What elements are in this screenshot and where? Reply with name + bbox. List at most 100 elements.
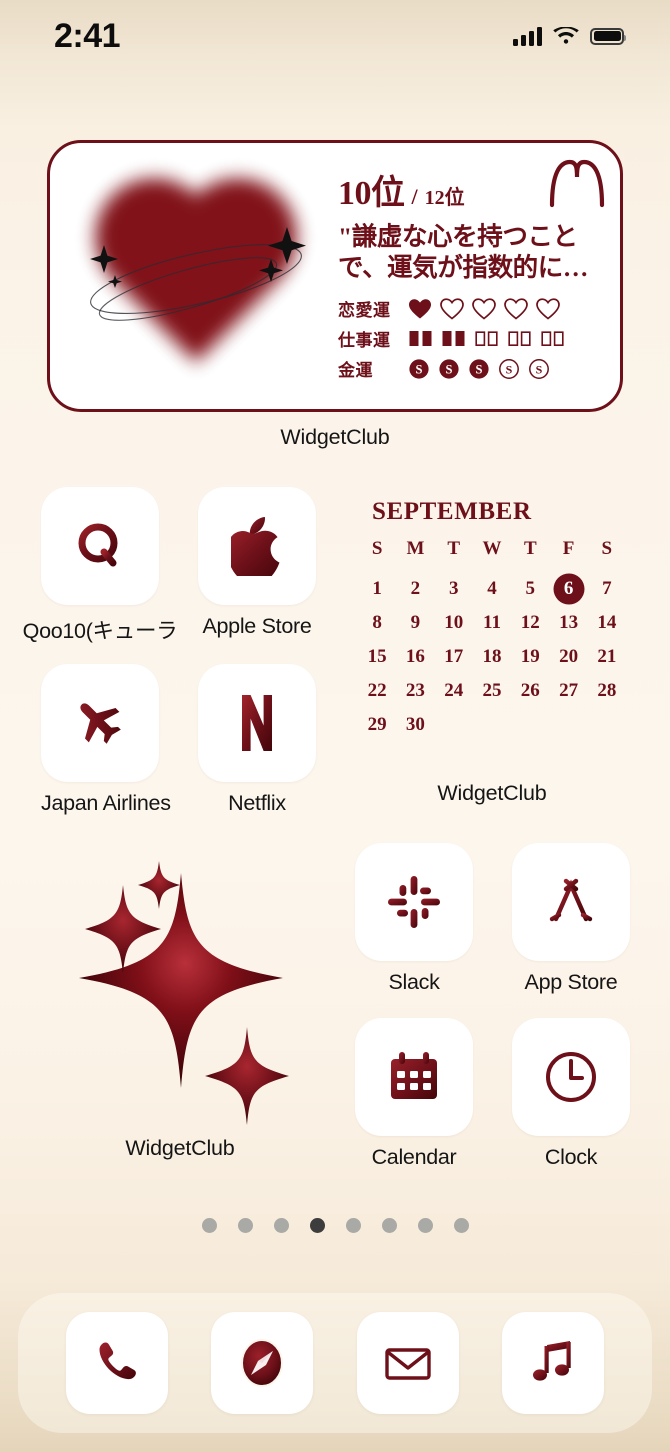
music-note-icon xyxy=(533,1341,571,1381)
coin-dollar-icon: S xyxy=(499,358,519,379)
cellular-bars-icon xyxy=(513,26,542,46)
app-tile[interactable] xyxy=(198,487,316,605)
calendar-day-number: 25 xyxy=(482,680,502,701)
calendar-day[interactable]: 15 xyxy=(358,640,396,674)
calendar-weekday-row: S M T W T F S xyxy=(358,534,626,564)
calendar-day[interactable]: 16 xyxy=(396,640,434,674)
app-icon-japan-airlines[interactable]: Japan Airlines xyxy=(41,664,171,816)
calendar-day[interactable]: 9 xyxy=(396,606,434,640)
app-store-a-icon xyxy=(549,878,593,922)
calendar-day[interactable]: 11 xyxy=(473,606,511,640)
horoscope-widget[interactable]: 10位 / 12位 "謙虚な心を持つこと で、運気が指数的に… 恋愛運 仕事運 … xyxy=(47,140,623,412)
calendar-day-number: 14 xyxy=(597,612,617,633)
calendar-day[interactable]: 21 xyxy=(588,640,626,674)
page-dot[interactable] xyxy=(345,1218,361,1233)
aries-icon xyxy=(549,159,605,208)
calendar-day[interactable]: 29 xyxy=(358,708,396,742)
calendar-month-title: SEPTEMBER xyxy=(372,498,532,525)
app-label: Apple Store xyxy=(202,614,312,638)
calendar-day[interactable]: 5 xyxy=(511,572,549,606)
page-dot[interactable] xyxy=(381,1218,397,1233)
calendar-day[interactable]: 10 xyxy=(435,606,473,640)
calendar-day[interactable]: 12 xyxy=(511,606,549,640)
horoscope-stats: 恋愛運 仕事運 金運 S S S S S xyxy=(338,294,600,384)
calendar-day[interactable]: 20 xyxy=(549,640,587,674)
page-dot[interactable] xyxy=(453,1218,469,1233)
heart-icon xyxy=(440,298,464,320)
calendar-day-number: 27 xyxy=(559,680,579,701)
calendar-day-today[interactable]: 6 xyxy=(549,572,587,606)
calendar-day[interactable]: 8 xyxy=(358,606,396,640)
stat-icons-work xyxy=(408,329,565,348)
calendar-widget[interactable]: SEPTEMBER S M T W T F S 1 2 3 4 5 6 7 8 9 10 11 12 1… xyxy=(358,498,626,760)
status-bar-indicators xyxy=(513,26,626,46)
app-tile[interactable] xyxy=(512,1018,630,1136)
page-dot-active[interactable] xyxy=(309,1218,325,1233)
calendar-day[interactable]: 27 xyxy=(549,674,587,708)
heart-icon xyxy=(472,298,496,320)
app-tile[interactable] xyxy=(198,664,316,782)
status-bar: 2:41 xyxy=(0,0,670,72)
calendar-day-number: 3 xyxy=(448,578,459,599)
app-label: Netflix xyxy=(228,791,286,815)
page-dot[interactable] xyxy=(201,1218,217,1233)
calendar-day-number: 9 xyxy=(410,612,421,633)
calendar-day[interactable]: 4 xyxy=(473,572,511,606)
calendar-day[interactable]: 25 xyxy=(473,674,511,708)
app-tile[interactable] xyxy=(41,664,159,782)
app-icon-netflix[interactable]: Netflix xyxy=(198,664,316,816)
app-tile[interactable] xyxy=(512,843,630,961)
calendar-days-grid[interactable]: 1 2 3 4 5 6 7 8 9 10 11 12 13 14 15 16 17 18 19 20 21 22 23 24 2… xyxy=(358,572,626,742)
calendar-day[interactable]: 17 xyxy=(435,640,473,674)
apple-logo-icon xyxy=(231,517,280,576)
app-tile[interactable] xyxy=(41,487,159,605)
page-dot[interactable] xyxy=(417,1218,433,1233)
book-icon xyxy=(508,331,531,347)
rank-separator: / xyxy=(411,184,418,209)
calendar-day[interactable]: 30 xyxy=(396,708,434,742)
app-label: App Store xyxy=(524,970,618,994)
app-icon-slack[interactable]: Slack xyxy=(355,843,473,995)
calendar-day-number: 19 xyxy=(520,646,540,667)
calendar-day-number: 10 xyxy=(444,612,464,633)
stat-label-love: 恋愛運 xyxy=(338,301,391,321)
app-icon-qoo10[interactable]: Qoo10(キューラ xyxy=(23,487,178,645)
app-icon-clock[interactable]: Clock xyxy=(512,1018,630,1170)
calendar-day[interactable]: 1 xyxy=(358,572,396,606)
dock-icon-phone[interactable] xyxy=(65,1312,168,1414)
book-icon xyxy=(442,331,465,347)
calendar-day[interactable]: 19 xyxy=(511,640,549,674)
calendar-day[interactable]: 26 xyxy=(511,674,549,708)
calendar-weekday: M xyxy=(406,538,425,559)
calendar-day[interactable]: 23 xyxy=(396,674,434,708)
app-icon-app-store[interactable]: App Store xyxy=(512,843,630,995)
dock-icon-music[interactable] xyxy=(502,1312,605,1414)
page-dot[interactable] xyxy=(237,1218,253,1233)
calendar-day-number: 16 xyxy=(405,646,425,667)
dock-icon-safari[interactable] xyxy=(211,1312,314,1414)
app-tile[interactable] xyxy=(355,843,473,961)
app-icon-calendar[interactable]: Calendar xyxy=(355,1018,473,1170)
page-indicator-dots[interactable] xyxy=(0,1218,670,1233)
calendar-day-number: 30 xyxy=(405,714,425,735)
calendar-day[interactable]: 22 xyxy=(358,674,396,708)
sparkle-widget[interactable] xyxy=(35,845,325,1125)
calendar-day[interactable]: 14 xyxy=(588,606,626,640)
calendar-day[interactable]: 24 xyxy=(435,674,473,708)
dock-icon-mail[interactable] xyxy=(356,1312,459,1414)
app-tile[interactable] xyxy=(355,1018,473,1136)
calendar-day-number: 18 xyxy=(482,646,502,667)
calendar-day[interactable]: 3 xyxy=(435,572,473,606)
app-label: Qoo10(キューラ xyxy=(22,619,178,643)
calendar-day[interactable]: 2 xyxy=(396,572,434,606)
calendar-day[interactable]: 7 xyxy=(588,572,626,606)
page-dot[interactable] xyxy=(273,1218,289,1233)
phone-handset-icon xyxy=(99,1342,136,1380)
battery-full-icon xyxy=(590,27,626,45)
app-icon-apple-store[interactable]: Apple Store xyxy=(198,487,316,639)
calendar-day[interactable]: 18 xyxy=(473,640,511,674)
calendar-day[interactable]: 28 xyxy=(588,674,626,708)
calendar-day-number: 12 xyxy=(520,612,540,633)
stat-label-work: 仕事運 xyxy=(338,331,391,351)
calendar-day[interactable]: 13 xyxy=(549,606,587,640)
